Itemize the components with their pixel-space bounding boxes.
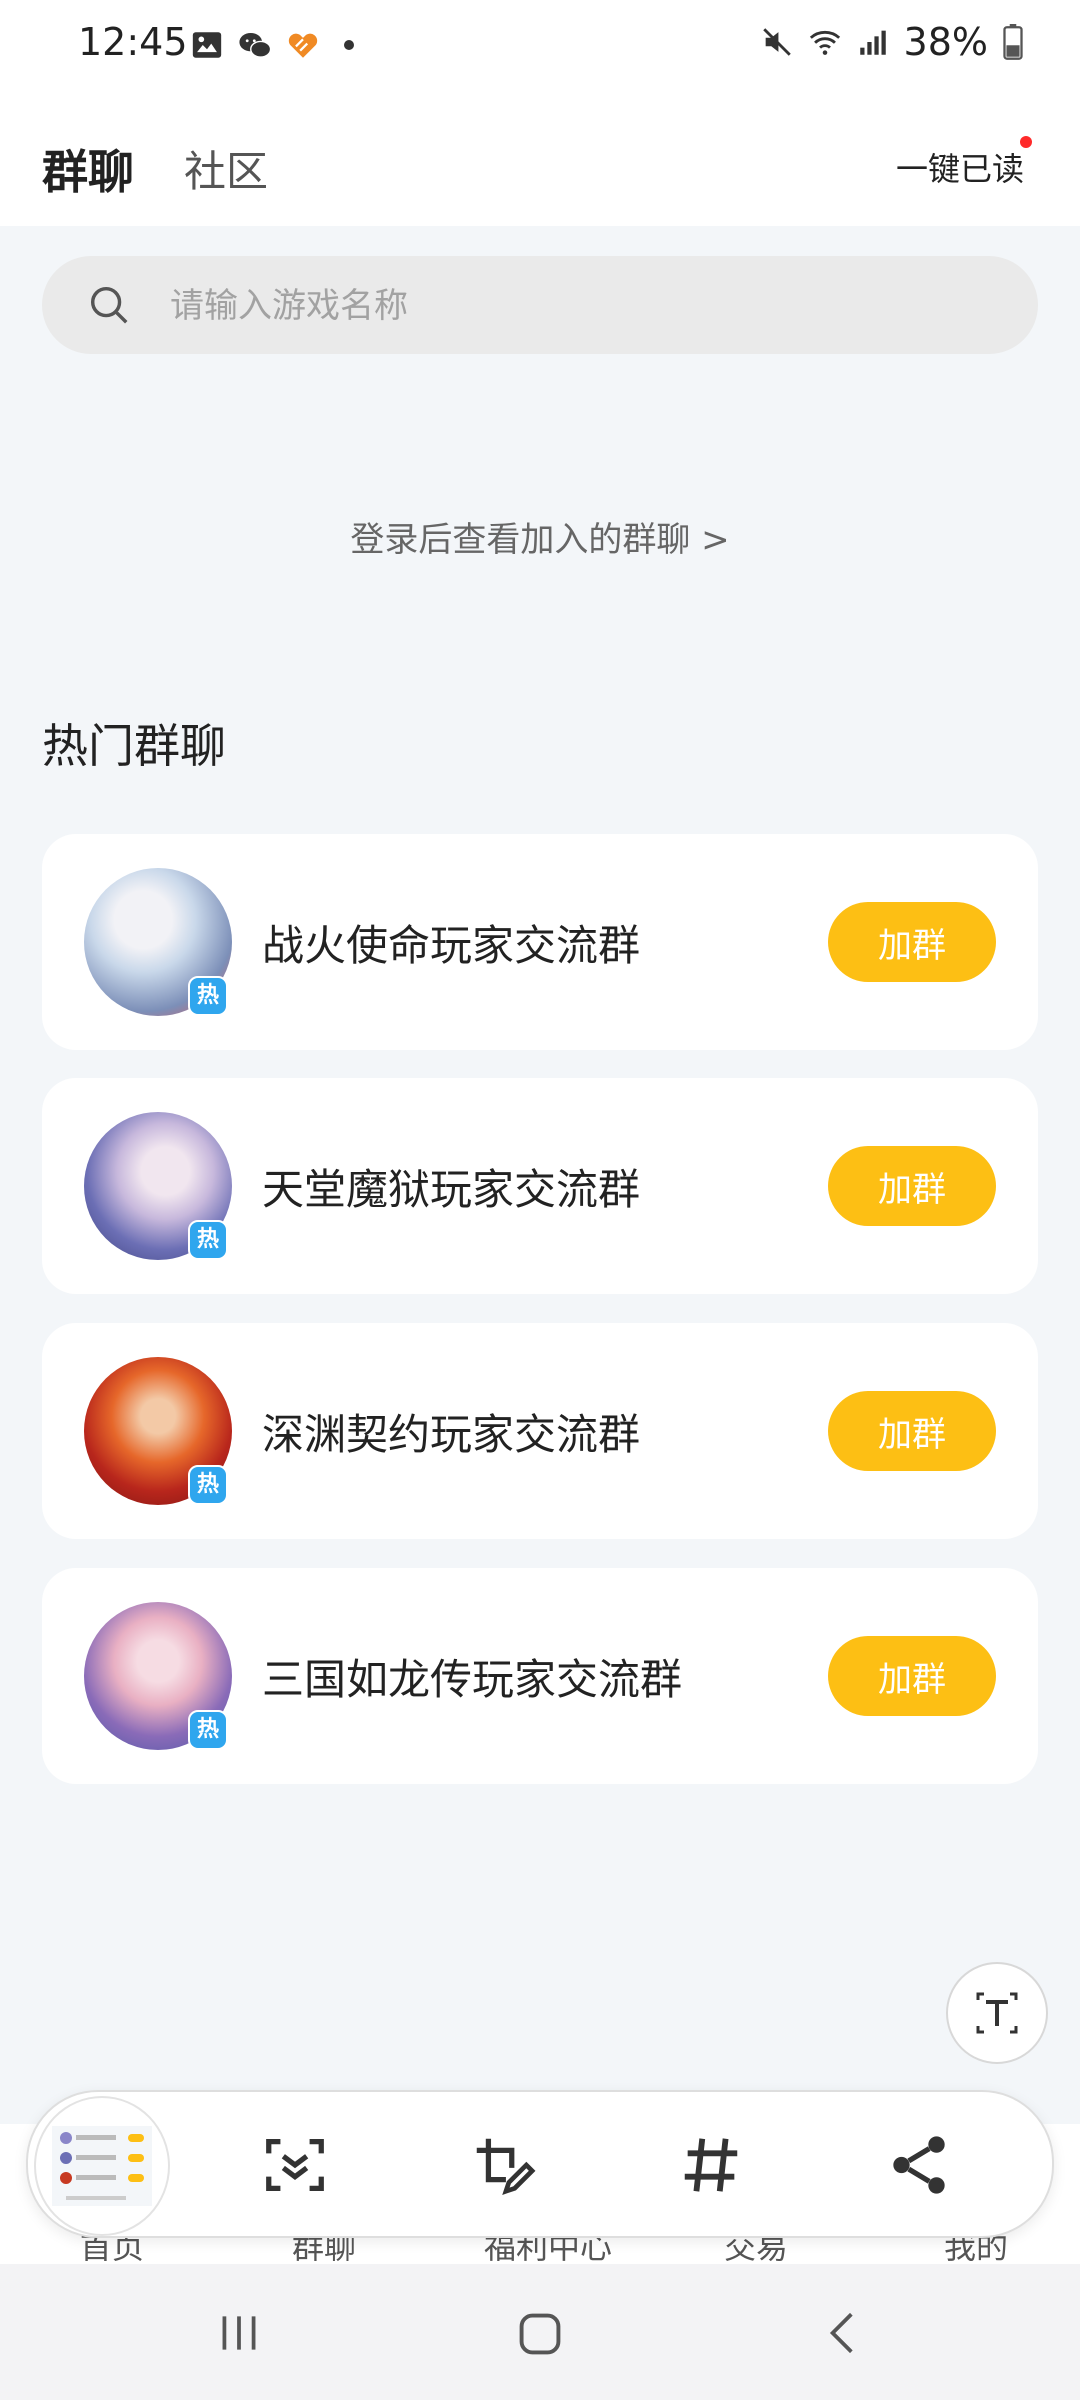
join-group-button[interactable]: 加群 xyxy=(828,1636,996,1716)
top-header: 群聊 社区 一键已读 xyxy=(0,92,1080,226)
text-extract-button[interactable] xyxy=(946,1962,1048,2064)
hot-badge: 热 xyxy=(188,1465,228,1505)
search-icon xyxy=(90,286,128,324)
wifi-icon xyxy=(809,30,840,55)
wechat-icon xyxy=(239,32,272,58)
system-nav-bar xyxy=(0,2264,1080,2400)
home-icon[interactable] xyxy=(514,2308,566,2360)
notification-dot-icon xyxy=(344,40,354,50)
join-group-button[interactable]: 加群 xyxy=(828,902,996,982)
battery-percentage: 38% xyxy=(903,20,988,64)
hot-badge: 热 xyxy=(188,1220,228,1260)
hashtag-icon[interactable] xyxy=(676,2130,746,2200)
group-card[interactable]: 热 战火使命玩家交流群 加群 xyxy=(42,834,1038,1050)
crop-edit-icon[interactable] xyxy=(468,2130,538,2200)
share-icon[interactable] xyxy=(884,2130,954,2200)
screenshot-thumbnail[interactable] xyxy=(34,2096,170,2236)
tab-group-chat[interactable]: 群聊 xyxy=(42,136,134,202)
login-to-view-groups-link[interactable]: 登录后查看加入的群聊 > xyxy=(0,512,1080,561)
group-card[interactable]: 热 三国如龙传玩家交流群 加群 xyxy=(42,1568,1038,1784)
group-name: 天堂魔狱玩家交流群 xyxy=(262,1165,641,1214)
tab-community[interactable]: 社区 xyxy=(184,138,268,199)
group-name: 战火使命玩家交流群 xyxy=(262,921,641,970)
unread-dot xyxy=(1020,136,1032,148)
group-name: 三国如龙传玩家交流群 xyxy=(262,1655,683,1704)
back-icon[interactable] xyxy=(818,2308,868,2358)
signal-icon xyxy=(859,30,886,55)
status-time: 12:45 xyxy=(78,20,188,64)
search-bar[interactable] xyxy=(42,256,1038,356)
screenshot-toolbar xyxy=(26,2090,1054,2238)
hot-badge: 热 xyxy=(188,1710,228,1750)
scan-capture-icon[interactable] xyxy=(260,2130,330,2200)
group-card[interactable]: 热 深渊契约玩家交流群 加群 xyxy=(42,1323,1038,1539)
join-group-button[interactable]: 加群 xyxy=(828,1146,996,1226)
search-input[interactable] xyxy=(168,256,992,356)
group-card[interactable]: 热 天堂魔狱玩家交流群 加群 xyxy=(42,1078,1038,1294)
gallery-icon xyxy=(192,32,222,58)
join-group-button[interactable]: 加群 xyxy=(828,1391,996,1471)
app-heart-icon xyxy=(288,33,318,58)
hot-groups-title: 热门群聊 xyxy=(42,719,226,773)
battery-icon xyxy=(1003,24,1023,60)
status-bar: 12:45 38% xyxy=(0,0,1080,92)
mute-icon xyxy=(762,28,791,56)
hot-badge: 热 xyxy=(188,976,228,1016)
group-name: 深渊契约玩家交流群 xyxy=(262,1410,641,1459)
mark-all-read-button[interactable]: 一键已读 xyxy=(896,144,1024,190)
text-extract-icon xyxy=(976,1992,1018,2034)
recent-apps-icon[interactable] xyxy=(214,2308,264,2358)
